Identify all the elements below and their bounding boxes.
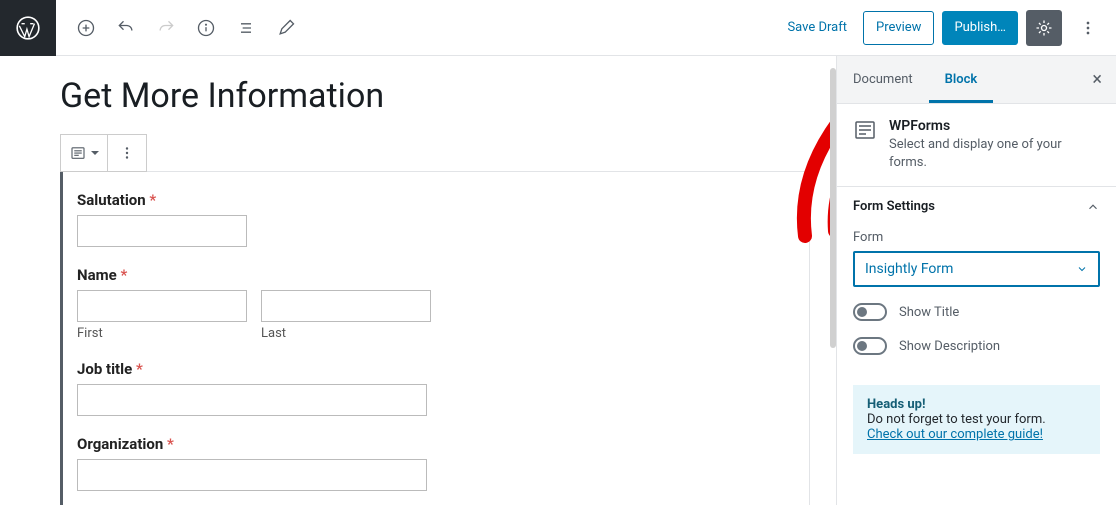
block-more-button[interactable]: [108, 135, 146, 171]
show-title-toggle[interactable]: [853, 303, 887, 321]
field-name: Name * First Last: [77, 265, 791, 341]
block-type-selector[interactable]: [61, 135, 108, 171]
chevron-down-icon: [1076, 263, 1088, 275]
sidebar: Document Block × WPForms Select and disp…: [836, 56, 1116, 505]
last-name-col: Last: [261, 290, 431, 341]
block-toolbar: [60, 134, 147, 172]
plus-circle-icon: [76, 18, 96, 38]
first-sublabel: First: [77, 326, 247, 341]
field-job-title: Job title *: [77, 359, 791, 416]
required-marker: *: [167, 435, 174, 453]
tab-block[interactable]: Block: [929, 56, 994, 103]
form-settings-panel-body: Form Insightly Form Show Title Show Desc…: [837, 226, 1116, 371]
organization-label: Organization *: [77, 435, 174, 453]
salutation-label: Salutation *: [77, 191, 156, 209]
job-title-input[interactable]: [77, 384, 427, 416]
close-icon: ×: [1092, 69, 1102, 90]
dots-vertical-icon: [1078, 18, 1098, 38]
sidebar-close-button[interactable]: ×: [1078, 69, 1116, 90]
editor-area: Get More Information Salutation * Name *: [0, 56, 836, 505]
field-salutation: Salutation *: [77, 190, 791, 247]
workspace: Get More Information Salutation * Name *: [0, 56, 1116, 505]
info-button[interactable]: [188, 10, 224, 46]
first-name-input[interactable]: [77, 290, 247, 322]
wordpress-icon: [15, 15, 41, 41]
required-marker: *: [120, 266, 127, 284]
wpforms-icon: [853, 118, 877, 142]
settings-button[interactable]: [1026, 10, 1062, 46]
outline-button[interactable]: [228, 10, 264, 46]
salutation-input[interactable]: [77, 215, 247, 247]
info-icon: [196, 18, 216, 38]
list-icon: [236, 18, 256, 38]
toolbar-left: [56, 10, 304, 46]
job-title-label: Job title *: [77, 360, 143, 378]
form-block-icon: [69, 144, 87, 162]
show-title-row: Show Title: [853, 303, 1100, 321]
redo-button[interactable]: [148, 10, 184, 46]
notice-title: Heads up!: [867, 397, 1086, 412]
undo-button[interactable]: [108, 10, 144, 46]
last-sublabel: Last: [261, 326, 431, 341]
undo-icon: [116, 18, 136, 38]
show-title-label: Show Title: [899, 305, 959, 320]
add-block-button[interactable]: [68, 10, 104, 46]
sidebar-block-desc: Select and display one of your forms.: [889, 136, 1100, 172]
form-select[interactable]: Insightly Form: [853, 251, 1100, 287]
scrollbar[interactable]: [830, 68, 836, 348]
sidebar-tabs: Document Block ×: [837, 56, 1116, 104]
last-name-input[interactable]: [261, 290, 431, 322]
show-desc-label: Show Description: [899, 339, 1000, 354]
wp-logo[interactable]: [0, 0, 56, 56]
toolbar-right: Save Draft Preview Publish…: [779, 10, 1116, 46]
page-title[interactable]: Get More Information: [60, 76, 836, 116]
save-draft-button[interactable]: Save Draft: [779, 20, 855, 35]
top-toolbar: Save Draft Preview Publish…: [0, 0, 1116, 56]
pencil-icon: [276, 18, 296, 38]
notice-link[interactable]: Check out our complete guide!: [867, 427, 1043, 442]
field-organization: Organization *: [77, 434, 791, 491]
form-block[interactable]: Salutation * Name * First Last Jo: [60, 171, 810, 505]
form-settings-title: Form Settings: [853, 199, 935, 214]
organization-input[interactable]: [77, 459, 427, 491]
required-marker: *: [136, 360, 143, 378]
required-marker: *: [149, 191, 156, 209]
gear-icon: [1034, 18, 1054, 38]
sidebar-block-title: WPForms: [889, 118, 1100, 134]
form-select-value: Insightly Form: [865, 261, 953, 277]
form-settings-panel-head[interactable]: Form Settings: [837, 186, 1116, 226]
show-desc-row: Show Description: [853, 337, 1100, 355]
form-select-label: Form: [853, 230, 1100, 245]
more-menu-button[interactable]: [1070, 10, 1106, 46]
publish-button[interactable]: Publish…: [942, 11, 1018, 45]
edit-button[interactable]: [268, 10, 304, 46]
preview-button[interactable]: Preview: [863, 11, 934, 45]
notice-box: Heads up! Do not forget to test your for…: [853, 385, 1100, 454]
sidebar-block-summary: WPForms Select and display one of your f…: [837, 104, 1116, 186]
notice-line: Do not forget to test your form.: [867, 412, 1086, 427]
tab-document[interactable]: Document: [837, 56, 929, 103]
show-desc-toggle[interactable]: [853, 337, 887, 355]
name-label: Name *: [77, 266, 127, 284]
first-name-col: First: [77, 290, 247, 341]
chevron-up-icon: [1086, 200, 1100, 214]
redo-icon: [156, 18, 176, 38]
dots-vertical-icon: [118, 144, 136, 162]
chevron-down-icon: [91, 151, 99, 155]
